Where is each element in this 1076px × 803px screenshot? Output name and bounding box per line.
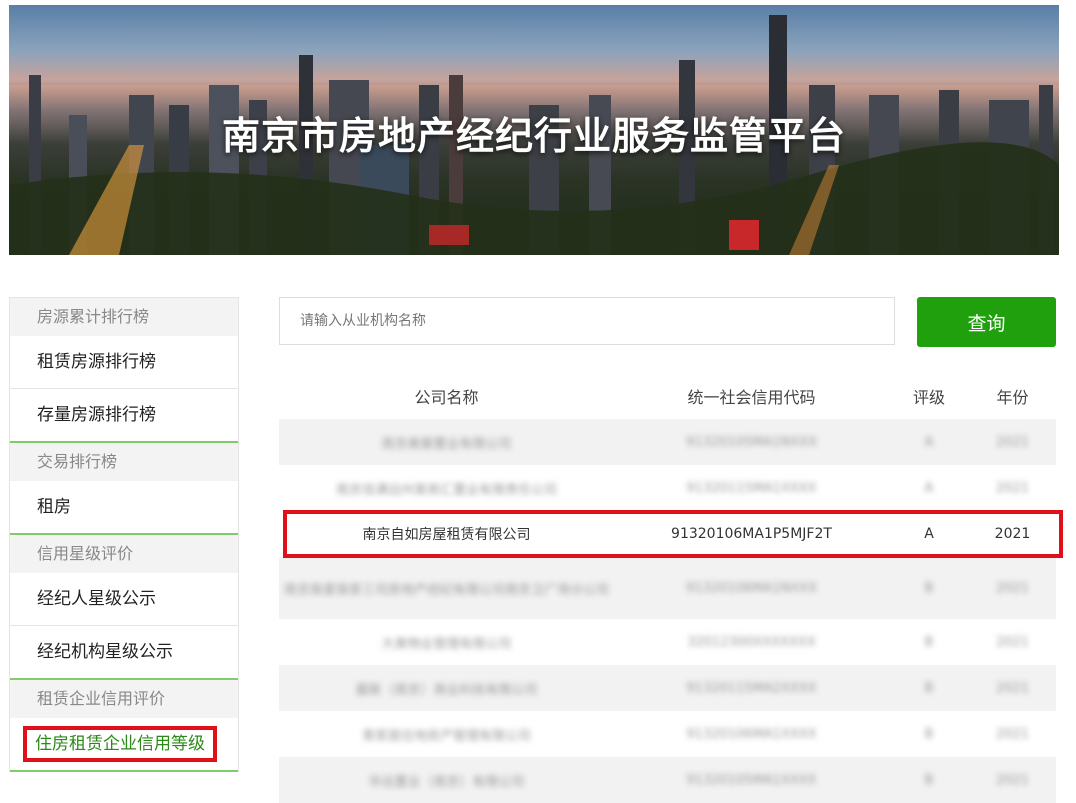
table-row: 大美物业管理有限公司 32012300XXXXXXX B 2021 [279, 619, 1056, 665]
cell-rating: B [924, 772, 934, 788]
table-header: 公司名称 统一社会信用代码 评级 年份 [279, 377, 1056, 419]
sidebar-section-rental-credit: 租赁企业信用评价 [10, 680, 238, 718]
cell-company: 嘉联（南京）商业科技有限公司 [355, 682, 538, 698]
cell-company: 南京我爱我家三司房地产经纪有限公司南京卫广场分公司 [283, 582, 609, 598]
sidebar-item-rent[interactable]: 租房 [10, 481, 238, 535]
table-row: 华远置业（南京）有限公司 91320105MA1XXXX B 2021 [279, 757, 1056, 803]
cell-company: 大美物业管理有限公司 [381, 636, 512, 652]
sidebar-item-stock-listing-ranking[interactable]: 存量房源排行榜 [10, 389, 238, 443]
cell-company: 华远置业（南京）有限公司 [368, 774, 525, 790]
cell-rating: B [924, 726, 934, 742]
cell-year: 2021 [995, 434, 1030, 450]
sidebar-section-listing-ranking: 房源累计排行榜 [10, 298, 238, 336]
cell-year: 2021 [995, 772, 1030, 788]
search-input[interactable] [280, 298, 894, 344]
sidebar-section-credit-star: 信用星级评价 [10, 535, 238, 573]
header-year: 年份 [996, 388, 1029, 407]
sidebar-item-label: 住房租赁企业信用等级 [23, 726, 217, 762]
cell-code: 32012300XXXXXXX [687, 634, 816, 650]
cell-company: 青家居住地房产管理有限公司 [361, 728, 531, 744]
cell-rating: A [924, 434, 934, 450]
table-row: 青家居住地房产管理有限公司 91320106MA1XXXX B 2021 [279, 711, 1056, 757]
cell-year: 2021 [995, 634, 1030, 650]
credit-table: 公司名称 统一社会信用代码 评级 年份 南京美屋置业有限公司 91320105M… [279, 377, 1056, 803]
cell-code: 91320115MA1XXXX [686, 480, 817, 496]
cell-year: 2021 [995, 480, 1030, 496]
sidebar-item-agent-star[interactable]: 经纪人星级公示 [10, 573, 238, 626]
table-row: 南京美屋置业有限公司 91320105MA1NXXX A 2021 [279, 419, 1056, 465]
header-rating: 评级 [912, 388, 945, 407]
cell-year: 2021 [995, 680, 1030, 696]
header-company-name: 公司名称 [414, 388, 479, 407]
cell-year: 2021 [995, 580, 1030, 596]
sidebar-item-agency-star[interactable]: 经纪机构星级公示 [10, 626, 238, 680]
cell-code: 91320106MA1NXXX [686, 580, 817, 596]
banner: 南京市房地产经纪行业服务监管平台 [9, 5, 1059, 255]
sidebar-item-rental-credit-level[interactable]: 住房租赁企业信用等级 [10, 718, 238, 772]
cell-year: 2021 [995, 726, 1030, 742]
table-row: 南京佳满远州某商汇置业有限责任公司 91320115MA1XXXX A 2021 [279, 465, 1056, 511]
search-box [279, 297, 895, 345]
highlight-box [283, 510, 1063, 558]
sidebar-item-rental-listing-ranking[interactable]: 租赁房源排行榜 [10, 336, 238, 389]
banner-title: 南京市房地产经纪行业服务监管平台 [221, 114, 846, 158]
cell-company: 南京美屋置业有限公司 [381, 436, 512, 452]
cell-code: 91320106MA1XXXX [686, 726, 817, 742]
header-credit-code: 统一社会信用代码 [687, 388, 816, 407]
cell-rating: A [924, 480, 934, 496]
cell-code: 91320115MA2XXXX [686, 680, 817, 696]
search-button[interactable]: 查询 [917, 297, 1056, 347]
cell-rating: B [924, 680, 934, 696]
table-row: 南京我爱我家三司房地产经纪有限公司南京卫广场分公司 91320106MA1NXX… [279, 557, 1056, 619]
cell-rating: B [924, 634, 934, 650]
table-row: 嘉联（南京）商业科技有限公司 91320115MA2XXXX B 2021 [279, 665, 1056, 711]
cell-rating: B [924, 580, 934, 596]
cell-code: 91320105MA1XXXX [686, 772, 817, 788]
cell-code: 91320105MA1NXXX [686, 434, 817, 450]
sidebar-section-transaction-ranking: 交易排行榜 [10, 443, 238, 481]
sidebar: 房源累计排行榜 租赁房源排行榜 存量房源排行榜 交易排行榜 租房 信用星级评价 … [9, 297, 239, 772]
cell-company: 南京佳满远州某商汇置业有限责任公司 [335, 482, 557, 498]
